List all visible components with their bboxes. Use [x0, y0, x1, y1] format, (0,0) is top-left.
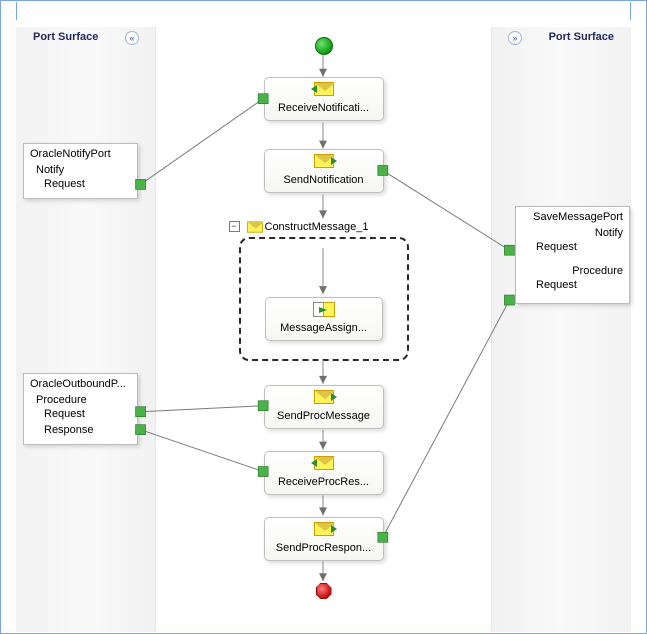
start-shape[interactable]: [315, 37, 333, 55]
right-port-surface-column: [491, 27, 631, 632]
chevron-right-icon: »: [512, 33, 517, 43]
end-shape[interactable]: [316, 583, 332, 599]
message-request-label: Request: [44, 406, 131, 422]
port-title: OracleOutboundP...: [30, 378, 131, 390]
receive-icon: [314, 82, 334, 96]
shape-label: SendNotification: [269, 174, 379, 186]
orchestration-designer: Port Surface Port Surface « » OracleNoti…: [0, 0, 647, 634]
operation-label: Notify: [36, 164, 131, 176]
send-icon: [314, 390, 334, 404]
message-request2-label: Request: [536, 277, 623, 293]
chevron-left-icon: «: [129, 33, 134, 43]
shape-label: SendProcRespon...: [269, 542, 379, 554]
shape-message-assignment[interactable]: MessageAssign...: [265, 297, 383, 341]
port-oraclenotify[interactable]: OracleNotifyPort Notify Request: [23, 143, 138, 199]
collapse-toggle[interactable]: −: [229, 221, 240, 232]
operation-procedure-label: Procedure: [528, 265, 623, 277]
message-assignment-icon: [313, 302, 335, 317]
message-request-label: Request: [44, 176, 131, 192]
right-port-surface-title: Port Surface: [549, 31, 614, 43]
construct-label: ConstructMessage_1: [265, 221, 401, 233]
shape-label: ReceiveProcRes...: [269, 476, 379, 488]
shape-label: MessageAssign...: [270, 322, 378, 334]
port-title: OracleNotifyPort: [30, 148, 131, 160]
send-icon: [314, 154, 334, 168]
message-request-label: Request: [536, 239, 623, 255]
shape-send-notification[interactable]: SendNotification: [264, 149, 384, 193]
port-oracleoutbound[interactable]: OracleOutboundP... Procedure Request Res…: [23, 373, 138, 445]
port-savemessage[interactable]: SaveMessagePort Notify Request Procedure…: [515, 206, 630, 304]
shape-send-proc-response[interactable]: SendProcRespon...: [264, 517, 384, 561]
header-guide: [16, 2, 631, 20]
shape-construct-message[interactable]: − ConstructMessage_1 MessageAssign...: [239, 237, 409, 361]
operation-label: Procedure: [36, 394, 131, 406]
collapse-right-surface-button[interactable]: »: [508, 31, 522, 45]
shape-label: ReceiveNotificati...: [269, 102, 379, 114]
shape-receive-proc-response[interactable]: ReceiveProcRes...: [264, 451, 384, 495]
shape-label: SendProcMessage: [269, 410, 379, 422]
construct-message-icon: [245, 220, 265, 234]
send-icon: [314, 522, 334, 536]
port-title: SaveMessagePort: [522, 211, 623, 223]
left-port-surface-column: [16, 27, 156, 632]
shape-send-proc-message[interactable]: SendProcMessage: [264, 385, 384, 429]
receive-icon: [314, 456, 334, 470]
operation-notify-label: Notify: [528, 227, 623, 239]
collapse-left-surface-button[interactable]: «: [125, 31, 139, 45]
message-response-label: Response: [44, 422, 131, 438]
left-port-surface-title: Port Surface: [33, 31, 98, 43]
shape-receive-notification[interactable]: ReceiveNotificati...: [264, 77, 384, 121]
